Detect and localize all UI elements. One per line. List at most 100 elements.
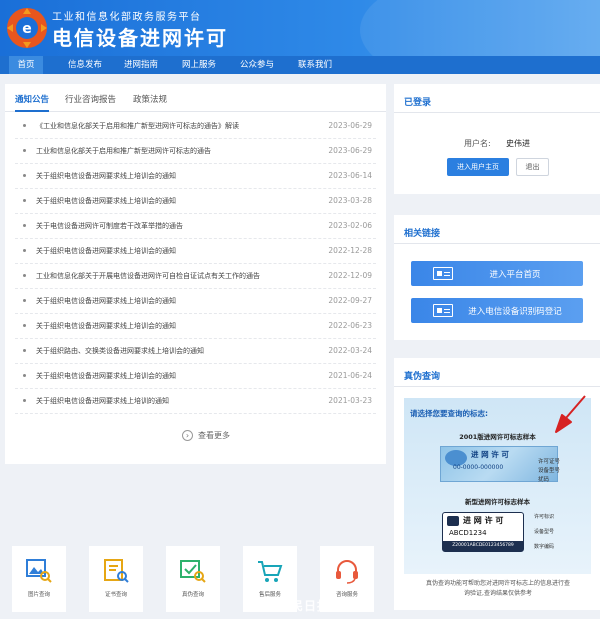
logout-button[interactable]: 退出 — [516, 158, 549, 176]
device-id-registration-link[interactable]: 进入电信设备识别码登记 — [411, 298, 583, 323]
links-title: 相关链接 — [404, 229, 441, 239]
divider — [394, 112, 600, 113]
sample-new-code1: ABCD1234 — [449, 529, 487, 537]
tab-industry-reports[interactable]: 行业咨询报告 — [65, 93, 116, 105]
username-value: 史伟进 — [506, 139, 530, 148]
news-title[interactable]: 关于组织电信设备进网要求线上培训会的通知 — [36, 196, 176, 206]
shopping-cart-icon — [258, 561, 283, 582]
bullet-icon — [23, 274, 26, 277]
news-item[interactable]: 《工业和信息化部关于启用和推广新型进网许可标志的通告》解读 2023-06-29 — [15, 114, 376, 139]
divider — [394, 243, 600, 244]
news-item[interactable]: 关于组织电信设备进网要求线上培训会的通知 2023-06-14 — [15, 164, 376, 189]
nav-item-online-service[interactable]: 网上服务 — [178, 56, 220, 74]
news-tabs: 通知公告 行业咨询报告 政策法规 — [5, 84, 386, 112]
link-label: 进入电信设备识别码登记 — [468, 307, 562, 317]
sample-2001-label3: 扰码 — [538, 477, 550, 483]
news-title[interactable]: 关于组织路由、交换类设备进网要求线上培训会的通知 — [36, 346, 204, 356]
nav-item-participation[interactable]: 公众参与 — [236, 56, 278, 74]
news-title[interactable]: 关于组织电信设备进网要求线上培训会的通知 — [36, 371, 176, 381]
news-date: 2022-06-23 — [328, 321, 372, 330]
news-title[interactable]: 关于组织电信设备进网要求线上培训的通知 — [36, 396, 169, 406]
site-header: e 工业和信息化部政务服务平台 电信设备进网许可 — [0, 0, 600, 56]
site-subtitle: 工业和信息化部政务服务平台 — [52, 12, 202, 23]
bullet-icon — [23, 224, 26, 227]
sample-2001-main: 进 网 许 可 — [471, 450, 509, 459]
nav-item-guide[interactable]: 进网指南 — [120, 56, 162, 74]
verify-title: 真伪查询 — [404, 372, 441, 382]
news-title[interactable]: 关于组织电信设备进网要求线上培训会的通知 — [36, 171, 176, 181]
chevron-right-icon: › — [182, 430, 193, 441]
sample-new-code2: Z20001ABCDE0123456789 — [443, 541, 523, 551]
service-label: 真伪查询 — [181, 592, 204, 598]
service-authenticity-query[interactable]: 真伪查询 — [166, 546, 220, 612]
bullet-icon — [23, 149, 26, 152]
sample-new-main: 进 网 许 可 — [463, 516, 504, 525]
service-certificate-query[interactable]: 证书查询 — [89, 546, 143, 612]
globe-icon — [447, 516, 459, 526]
bullet-icon — [23, 199, 26, 202]
bullet-icon — [23, 124, 26, 127]
enter-user-home-button[interactable]: 进入用户主页 — [447, 158, 509, 176]
tab-policies[interactable]: 政策法规 — [133, 93, 167, 105]
sample-new-title: 新型进网许可标志样本 — [465, 498, 530, 506]
bullet-icon — [23, 174, 26, 177]
tab-notices[interactable]: 通知公告 — [15, 93, 49, 105]
news-date: 2022-03-24 — [328, 346, 372, 355]
news-date: 2021-03-23 — [328, 396, 372, 405]
news-item[interactable]: 关于组织电信设备进网要求线上培训的通知 2021-03-23 — [15, 389, 376, 414]
sample-new-label[interactable]: 进 网 许 可 ABCD1234 Z20001ABCDE0123456789 — [442, 512, 524, 552]
nav-item-info[interactable]: 信息发布 — [64, 56, 106, 74]
nav-item-contact[interactable]: 联系我们 — [294, 56, 336, 74]
news-item[interactable]: 关于组织电信设备进网要求线上培训会的通知 2023-03-28 — [15, 189, 376, 214]
label-sample-area[interactable]: 请选择您要查询的标志: 2001版进网许可标志样本 进 网 许 可 00-000… — [404, 395, 591, 574]
news-item[interactable]: 关于电信设备进网许可制度若干改革举措的通告 2023-02-06 — [15, 214, 376, 239]
sample-new-label3: 数字编码 — [534, 544, 555, 550]
sample-2001-label1: 许可证号 — [538, 459, 561, 465]
username-label: 用户名: — [464, 139, 491, 148]
news-title[interactable]: 工业和信息化部关于开展电信设备进网许可自检自证试点有关工作的通告 — [36, 271, 260, 281]
news-date: 2023-06-14 — [328, 171, 372, 180]
bullet-icon — [23, 249, 26, 252]
news-item[interactable]: 关于组织电信设备进网要求线上培训会的通知 2022-12-28 — [15, 239, 376, 264]
service-image-query[interactable]: 图片查询 — [12, 546, 66, 612]
pointer-arrow-icon — [555, 395, 586, 433]
news-date: 2023-06-29 — [328, 121, 372, 130]
news-item[interactable]: 工业和信息化部关于启用和推广新型进网许可标志的通告 2023-06-29 — [15, 139, 376, 164]
view-more-label: 查看更多 — [198, 431, 230, 440]
news-title[interactable]: 《工业和信息化部关于启用和推广新型进网许可标志的通告》解读 — [36, 121, 239, 131]
link-label: 进入平台首页 — [489, 270, 541, 280]
news-date: 2022-12-09 — [328, 271, 372, 280]
site-title: 电信设备进网许可 — [52, 26, 228, 50]
login-panel: 已登录 用户名: 史伟进 进入用户主页 退出 — [394, 84, 600, 194]
news-title[interactable]: 关于组织电信设备进网要求线上培训会的通知 — [36, 321, 176, 331]
news-item[interactable]: 工业和信息化部关于开展电信设备进网许可自检自证试点有关工作的通告 2022-12-… — [15, 264, 376, 289]
header-decoration — [360, 0, 600, 56]
news-title[interactable]: 关于组织电信设备进网要求线上培训会的通知 — [36, 296, 176, 306]
news-item[interactable]: 关于组织电信设备进网要求线上培训会的通知 2022-09-27 — [15, 289, 376, 314]
main-nav: 首页 信息发布 进网指南 网上服务 公众参与 联系我们 — [0, 56, 600, 74]
active-tab-indicator — [15, 110, 49, 112]
verify-note-line2: 询验证,查询结果仅供参考 — [464, 590, 532, 597]
news-title[interactable]: 工业和信息化部关于启用和推广新型进网许可标志的通告 — [36, 146, 211, 156]
site-logo-icon[interactable]: e — [4, 5, 50, 51]
news-title[interactable]: 关于组织电信设备进网要求线上培训会的通知 — [36, 246, 176, 256]
platform-home-link[interactable]: 进入平台首页 — [411, 261, 583, 286]
news-item[interactable]: 关于组织路由、交换类设备进网要求线上培训会的通知 2022-03-24 — [15, 339, 376, 364]
sample-new-label1: 许可标识 — [534, 514, 555, 520]
news-date: 2022-12-28 — [328, 246, 372, 255]
verify-note: 真伪查询功能可帮助您对进网许可标志上的信息进行查 询验证,查询结果仅供参考 — [401, 579, 595, 599]
bullet-icon — [23, 374, 26, 377]
news-title[interactable]: 关于电信设备进网许可制度若干改革举措的通告 — [36, 221, 183, 231]
nav-item-home[interactable]: 首页 — [9, 56, 43, 74]
news-item[interactable]: 关于组织电信设备进网要求线上培训会的通知 2022-06-23 — [15, 314, 376, 339]
bullet-icon — [23, 324, 26, 327]
related-links-panel: 相关链接 进入平台首页 进入电信设备识别码登记 — [394, 215, 600, 340]
bullet-icon — [23, 349, 26, 352]
verify-prompt: 请选择您要查询的标志: — [410, 409, 488, 418]
service-label: 图片查询 — [27, 592, 50, 598]
news-date: 2021-06-24 — [328, 371, 372, 380]
news-date: 2023-03-28 — [328, 196, 372, 205]
divider — [394, 386, 600, 387]
news-item[interactable]: 关于组织电信设备进网要求线上培训会的通知 2021-06-24 — [15, 364, 376, 389]
sample-new-label2: 设备型号 — [534, 529, 555, 535]
